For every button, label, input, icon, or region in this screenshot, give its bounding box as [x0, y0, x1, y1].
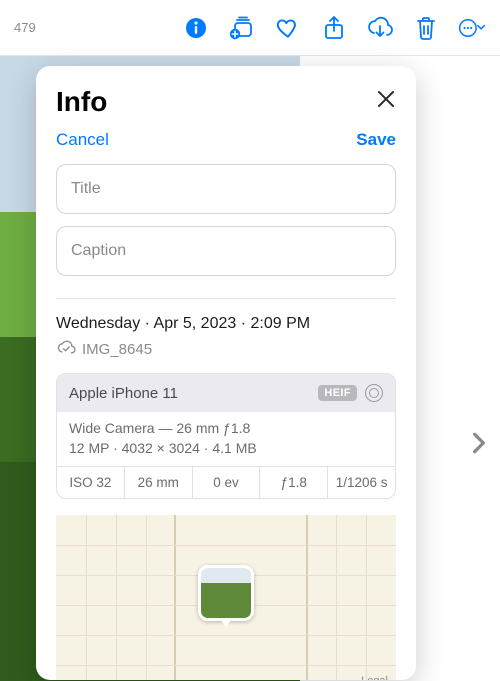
stat-ev: 0 ev [193, 467, 261, 498]
filename: IMG_8645 [82, 341, 152, 358]
panel-title: Info [56, 86, 107, 118]
next-photo-chevron-icon[interactable] [466, 430, 492, 456]
stat-shutter: 1/1206 s [328, 467, 395, 498]
map-thumbnail [198, 565, 254, 621]
close-icon[interactable] [376, 89, 396, 115]
item-count: 479 [14, 20, 36, 35]
cloud-sync-icon [56, 339, 76, 359]
divider [56, 298, 396, 299]
top-toolbar: 479 [0, 0, 500, 56]
camera-device: Apple iPhone 11 [69, 385, 178, 402]
dimensions-info: 12 MP · 4032 × 3024 · 4.1 MB [57, 440, 395, 466]
location-map[interactable]: Legal [56, 515, 396, 680]
map-legal-link[interactable]: Legal [361, 675, 388, 680]
cancel-button[interactable]: Cancel [56, 130, 109, 150]
format-badge: HEIF [318, 385, 357, 401]
stat-focal: 26 mm [125, 467, 193, 498]
favorite-heart-icon[interactable] [274, 14, 302, 42]
trash-icon[interactable] [412, 14, 440, 42]
camera-metadata-box: Apple iPhone 11 HEIF Wide Camera — 26 mm… [56, 373, 396, 499]
target-icon [365, 384, 383, 402]
save-button[interactable]: Save [356, 130, 396, 150]
stat-aperture: ƒ1.8 [260, 467, 328, 498]
info-icon[interactable] [182, 14, 210, 42]
share-icon[interactable] [320, 14, 348, 42]
lens-info: Wide Camera — 26 mm ƒ1.8 [57, 412, 395, 440]
toolbar-actions [182, 14, 486, 42]
exif-stats: ISO 32 26 mm 0 ev ƒ1.8 1/1206 s [57, 466, 395, 498]
stat-iso: ISO 32 [57, 467, 125, 498]
caption-input[interactable] [56, 226, 396, 276]
download-cloud-icon[interactable] [366, 14, 394, 42]
title-input[interactable] [56, 164, 396, 214]
info-panel: Info Cancel Save Wednesday · Apr 5, 2023… [36, 66, 416, 680]
capture-datetime: Wednesday · Apr 5, 2023 · 2:09 PM [56, 315, 396, 333]
map-pin[interactable] [198, 565, 254, 621]
more-menu-icon[interactable] [458, 14, 486, 42]
add-to-album-icon[interactable] [228, 14, 256, 42]
